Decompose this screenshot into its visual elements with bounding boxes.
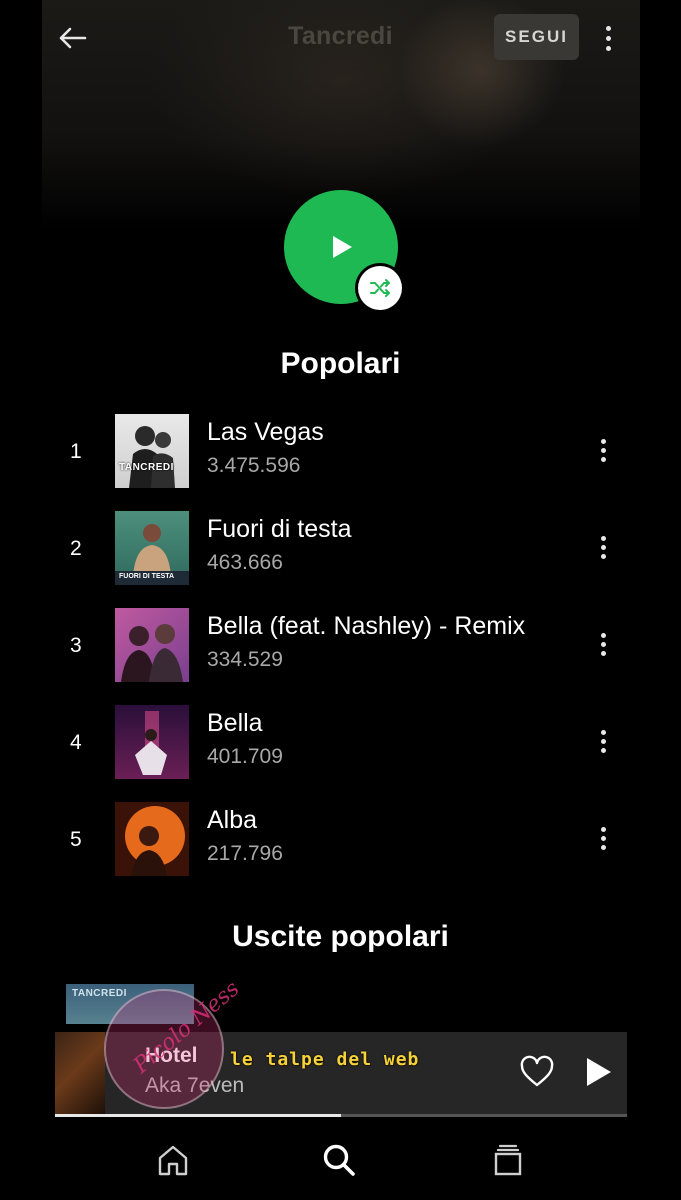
track-row[interactable]: 2 FUORI DI TESTA Fuori di testa 463.666 [55, 509, 635, 589]
cover-label: TANCREDI [119, 462, 174, 473]
more-vertical-icon [600, 826, 606, 832]
releases-heading: Uscite popolari [232, 920, 449, 953]
bottom-nav [0, 1120, 681, 1200]
playback-progress-fill [55, 1114, 341, 1117]
play-icon [587, 1058, 611, 1086]
track-row[interactable]: 1 TANCREDI Las Vegas 3.475.596 [55, 412, 635, 492]
search-icon [323, 1144, 355, 1176]
track-rank: 2 [70, 537, 82, 560]
track-title: Alba [207, 806, 258, 834]
artist-screen: Tancredi SEGUI Popolari 1 TANCREDI Las V… [0, 0, 681, 1200]
track-rank: 1 [70, 440, 82, 463]
cover-art [121, 624, 183, 682]
shuffle-icon [370, 279, 390, 297]
track-title: Bella (feat. Nashley) - Remix [207, 612, 526, 640]
cover-art [125, 806, 185, 876]
popular-heading: Popolari [280, 347, 401, 380]
nav-search[interactable] [317, 1138, 361, 1182]
track-cover [115, 705, 189, 779]
track-row[interactable]: 3 Bella (feat. Nashley) - Remix 334.529 [55, 606, 635, 686]
track-title: Bella [207, 709, 263, 737]
track-title: Las Vegas [207, 418, 324, 446]
top-bar: Tancredi SEGUI [0, 0, 681, 80]
cover-art [135, 711, 167, 775]
more-vertical-icon [605, 25, 611, 31]
release-card[interactable]: TANCREDI [66, 984, 194, 1024]
track-cover [115, 608, 189, 682]
playback-progress[interactable] [55, 1114, 627, 1117]
more-vertical-icon [600, 535, 606, 541]
cover-art [129, 426, 175, 488]
play-icon [333, 236, 352, 258]
more-vertical-icon [600, 729, 606, 735]
heart-icon [520, 1055, 554, 1087]
release-card-label: TANCREDI [72, 988, 127, 999]
cover-label: FUORI DI TESTA [119, 573, 175, 580]
nav-home[interactable] [151, 1138, 195, 1182]
track-more-button[interactable] [591, 624, 615, 664]
track-more-button[interactable] [591, 527, 615, 567]
track-more-button[interactable] [591, 818, 615, 858]
track-cover: FUORI DI TESTA [115, 511, 189, 585]
more-options-button[interactable] [596, 18, 620, 58]
more-vertical-icon [600, 632, 606, 638]
track-play-count: 401.709 [207, 745, 283, 768]
track-rank: 3 [70, 634, 82, 657]
track-more-button[interactable] [591, 721, 615, 761]
now-playing-artist: Aka 7even [145, 1074, 245, 1097]
track-play-count: 217.796 [207, 842, 283, 865]
nav-library[interactable] [486, 1138, 530, 1182]
track-more-button[interactable] [591, 430, 615, 470]
now-playing-cover [55, 1032, 105, 1116]
track-row[interactable]: 4 Bella 401.709 [55, 703, 635, 783]
track-rank: 5 [70, 828, 82, 851]
track-rank: 4 [70, 731, 82, 754]
track-title: Fuori di testa [207, 515, 352, 543]
follow-button[interactable]: SEGUI [494, 14, 579, 60]
track-row[interactable]: 5 Alba 217.796 [55, 800, 635, 880]
mini-player[interactable]: Hotel Aka 7even [55, 1032, 627, 1116]
track-cover [115, 802, 189, 876]
now-playing-title: Hotel [145, 1044, 198, 1067]
mini-play-button[interactable] [583, 1054, 615, 1090]
shuffle-button[interactable] [358, 266, 402, 310]
home-icon [158, 1145, 188, 1176]
track-play-count: 3.475.596 [207, 454, 301, 477]
more-vertical-icon [600, 438, 606, 444]
track-play-count: 463.666 [207, 551, 283, 574]
track-play-count: 334.529 [207, 648, 283, 671]
like-button[interactable] [519, 1054, 555, 1090]
library-icon [494, 1144, 522, 1176]
track-cover: TANCREDI [115, 414, 189, 488]
